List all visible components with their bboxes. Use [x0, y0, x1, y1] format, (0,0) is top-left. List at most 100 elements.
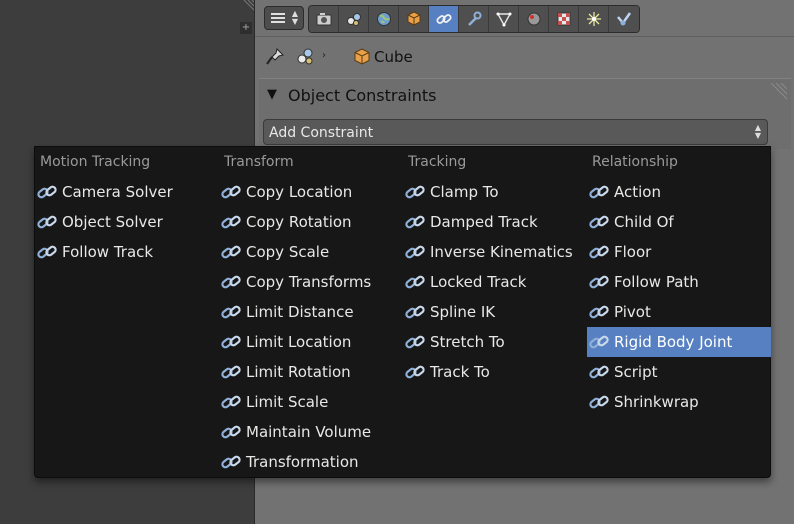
menu-item-object-solver[interactable]: Object Solver — [35, 207, 219, 237]
menu-item-script[interactable]: Script — [587, 357, 771, 387]
menu-item-label: Shrinkwrap — [614, 393, 699, 411]
constraint-icon — [37, 215, 57, 229]
panel-drag-grip-icon[interactable] — [765, 83, 787, 105]
menu-item-label: Locked Track — [430, 273, 527, 291]
menu-item-limit-rotation[interactable]: Limit Rotation — [219, 357, 403, 387]
menu-item-limit-location[interactable]: Limit Location — [219, 327, 403, 357]
constraint-icon — [221, 425, 241, 439]
tab-modifiers[interactable] — [459, 6, 489, 32]
menu-item-pivot[interactable]: Pivot — [587, 297, 771, 327]
modifier-icon — [467, 11, 481, 26]
dropdown-arrows-icon: ▲ ▼ — [291, 9, 298, 26]
texture-icon — [557, 12, 570, 26]
menu-item-label: Limit Rotation — [246, 363, 351, 381]
tab-render[interactable] — [309, 6, 339, 32]
menu-item-maintain-volume[interactable]: Maintain Volume — [219, 417, 403, 447]
menu-item-damped-track[interactable]: Damped Track — [403, 207, 587, 237]
menu-item-track-to[interactable]: Track To — [403, 357, 587, 387]
menu-column-tracking: Tracking Clamp To Damped Track Inverse Kine… — [403, 147, 587, 387]
editor-type-icon — [271, 13, 285, 23]
menu-item-shrinkwrap[interactable]: Shrinkwrap — [587, 387, 771, 417]
tab-object[interactable] — [399, 6, 429, 32]
properties-header: ▲ ▼ — [255, 0, 794, 37]
scene-icon — [297, 48, 313, 65]
menu-item-stretch-to[interactable]: Stretch To — [403, 327, 587, 357]
menu-item-copy-rotation[interactable]: Copy Rotation — [219, 207, 403, 237]
tab-particles[interactable] — [579, 6, 609, 32]
menu-item-label: Floor — [614, 243, 652, 261]
menu-item-label: Copy Rotation — [246, 213, 352, 231]
object-constraints-panel: ▼ Object Constraints Add Constraint ▲ ▼ — [259, 78, 791, 149]
add-constraint-label: Add Constraint — [269, 125, 374, 141]
add-constraint-dropdown[interactable]: Add Constraint ▲ ▼ — [263, 119, 768, 145]
menu-item-label: Transformation — [246, 453, 359, 471]
tab-mesh-data[interactable] — [489, 6, 519, 32]
menu-item-follow-path[interactable]: Follow Path — [587, 267, 771, 297]
menu-item-rigid-body-joint[interactable]: Rigid Body Joint — [587, 327, 771, 357]
physics-icon — [617, 12, 632, 26]
tab-constraints[interactable] — [429, 6, 459, 32]
menu-item-label: Action — [614, 183, 661, 201]
menu-item-label: Rigid Body Joint — [614, 333, 733, 351]
menu-item-label: Copy Transforms — [246, 273, 372, 291]
menu-item-locked-track[interactable]: Locked Track — [403, 267, 587, 297]
tab-material[interactable] — [519, 6, 549, 32]
constraint-icon — [405, 305, 425, 319]
tab-physics[interactable] — [609, 6, 639, 32]
render-icon — [316, 13, 331, 26]
constraint-icon — [589, 275, 609, 289]
menu-item-inverse-kinematics[interactable]: Inverse Kinematics — [403, 237, 587, 267]
menu-column-header: Relationship — [592, 154, 678, 170]
editor-type-selector[interactable]: ▲ ▼ — [264, 6, 304, 30]
world-icon — [376, 12, 391, 26]
constraint-icon — [589, 215, 609, 229]
menu-item-floor[interactable]: Floor — [587, 237, 771, 267]
render-layers-icon — [346, 13, 361, 26]
menu-item-label: Camera Solver — [62, 183, 173, 201]
toolshelf-toggle-icon[interactable]: + — [240, 22, 252, 34]
menu-item-copy-location[interactable]: Copy Location — [219, 177, 403, 207]
menu-column-motion-tracking: Motion Tracking Camera Solver Object Solve… — [35, 147, 219, 267]
menu-item-spline-ik[interactable]: Spline IK — [403, 297, 587, 327]
menu-item-copy-scale[interactable]: Copy Scale — [219, 237, 403, 267]
menu-item-camera-solver[interactable]: Camera Solver — [35, 177, 219, 207]
menu-item-label: Pivot — [614, 303, 651, 321]
menu-item-label: Copy Scale — [246, 243, 330, 261]
menu-item-copy-transforms[interactable]: Copy Transforms — [219, 267, 403, 297]
constraint-icon — [589, 365, 609, 379]
menu-item-label: Object Solver — [62, 213, 163, 231]
panel-collapse-icon[interactable]: ▼ — [267, 87, 277, 102]
constraint-icon — [405, 245, 425, 259]
area-corner-grip-icon[interactable] — [240, 0, 254, 14]
menu-item-action[interactable]: Action — [587, 177, 771, 207]
menu-item-label: Damped Track — [430, 213, 538, 231]
menu-item-transformation[interactable]: Transformation — [219, 447, 403, 477]
menu-item-label: Copy Location — [246, 183, 353, 201]
constraint-icon — [589, 305, 609, 319]
menu-item-limit-scale[interactable]: Limit Scale — [219, 387, 403, 417]
menu-item-follow-track[interactable]: Follow Track — [35, 237, 219, 267]
menu-item-child-of[interactable]: Child Of — [587, 207, 771, 237]
menu-item-label: Maintain Volume — [246, 423, 372, 441]
panel-title[interactable]: Object Constraints — [288, 86, 436, 105]
constraint-icon — [405, 335, 425, 349]
menu-item-limit-distance[interactable]: Limit Distance — [219, 297, 403, 327]
cube-object-icon — [354, 48, 370, 65]
breadcrumb-separator-icon: › — [322, 50, 326, 61]
object-icon — [407, 11, 420, 26]
constraint-icon — [221, 185, 241, 199]
tab-texture[interactable] — [549, 6, 579, 32]
constraint-icon — [221, 215, 241, 229]
constraint-icon — [589, 335, 609, 349]
pin-icon[interactable] — [264, 46, 286, 68]
menu-item-label: Follow Path — [614, 273, 699, 291]
constraint-icon — [405, 215, 425, 229]
constraint-icon — [589, 185, 609, 199]
particles-icon — [586, 12, 601, 26]
menu-item-clamp-to[interactable]: Clamp To — [403, 177, 587, 207]
tab-render-layers[interactable] — [339, 6, 369, 32]
constraint-icon — [221, 365, 241, 379]
menu-item-label: Clamp To — [430, 183, 499, 201]
menu-item-label: Child Of — [614, 213, 674, 231]
tab-world[interactable] — [369, 6, 399, 32]
